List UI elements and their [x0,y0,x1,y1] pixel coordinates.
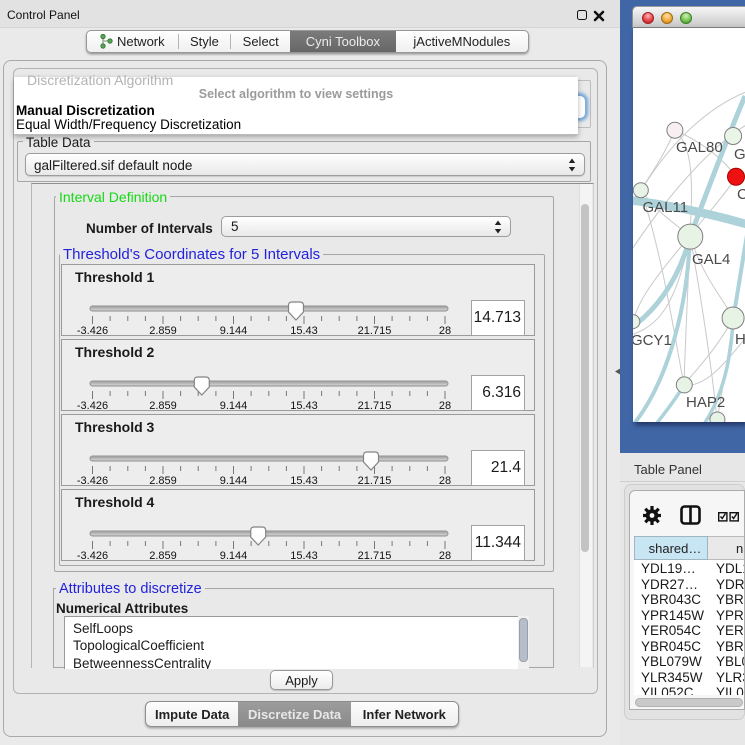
svg-text:-3.426: -3.426 [77,550,108,562]
svg-text:9.144: 9.144 [220,475,248,487]
svg-text:9.144: 9.144 [220,325,248,337]
svg-text:GAL11: GAL11 [643,199,689,216]
svg-text:9.144: 9.144 [220,550,248,562]
svg-text:2.859: 2.859 [149,325,177,337]
svg-text:9.144: 9.144 [220,400,248,412]
svg-text:2.859: 2.859 [149,400,177,412]
svg-text:-3.426: -3.426 [77,400,108,412]
svg-text:C: C [737,186,745,203]
svg-text:2.859: 2.859 [149,475,177,487]
svg-text:GAL4: GAL4 [692,251,730,268]
svg-text:15.43: 15.43 [290,550,318,562]
svg-text:GAL80: GAL80 [676,139,723,156]
svg-text:28: 28 [439,475,451,487]
svg-text:15.43: 15.43 [290,400,318,412]
svg-text:28: 28 [439,550,451,562]
svg-text:-3.426: -3.426 [77,475,108,487]
svg-text:15.43: 15.43 [290,325,318,337]
svg-text:-3.426: -3.426 [77,325,108,337]
svg-text:28: 28 [439,325,451,337]
svg-text:21.715: 21.715 [358,325,392,337]
svg-text:G.: G. [734,146,745,163]
svg-text:HAP2: HAP2 [686,394,725,411]
svg-text:21.715: 21.715 [358,475,392,487]
svg-text:GCY1: GCY1 [633,332,672,349]
svg-text:H: H [735,331,745,348]
svg-text:21.715: 21.715 [358,550,392,562]
svg-text:15.43: 15.43 [290,475,318,487]
svg-text:2.859: 2.859 [149,550,177,562]
svg-text:21.715: 21.715 [358,400,392,412]
svg-text:28: 28 [439,400,451,412]
